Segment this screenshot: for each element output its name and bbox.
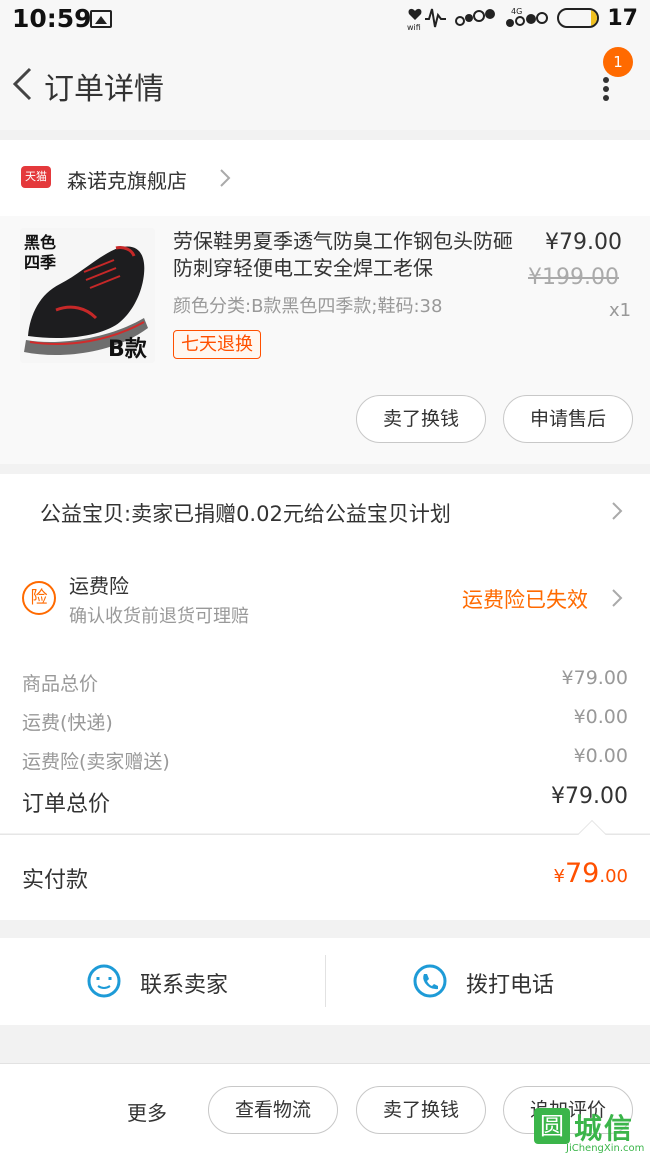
signal-icon [455, 9, 496, 26]
insurance-icon: 险 [22, 581, 56, 615]
paid-integer: 79 [565, 858, 600, 889]
shipping-value: ¥0.00 [573, 706, 628, 728]
shipping-insurance-value: ¥0.00 [573, 745, 628, 767]
image-label-model: B款 [108, 336, 148, 362]
order-total-label: 订单总价 [22, 792, 111, 817]
svg-text:4G: 4G [511, 7, 522, 16]
insurance-status[interactable]: 运费险已失效 [462, 584, 588, 614]
paid-amount-row [0, 834, 650, 920]
watermark-logo-icon: 圆 [534, 1108, 570, 1144]
paid-currency: ¥ [553, 866, 565, 887]
order-total-value: ¥79.00 [551, 784, 628, 809]
shipping-label: 运费(快递) [22, 712, 113, 734]
paid-decimal: .00 [599, 866, 628, 887]
svg-text:wifi: wifi [407, 23, 421, 31]
shop-name[interactable]: 森诺克旗舰店 [67, 165, 187, 194]
goods-total-value: ¥79.00 [561, 667, 628, 689]
back-arrow-icon[interactable] [10, 66, 34, 102]
notification-badge: 1 [603, 47, 633, 77]
image-label-color: 黑色 [24, 233, 56, 252]
contact-divider [325, 955, 326, 1007]
paid-label: 实付款 [22, 868, 89, 893]
tmall-logo-icon: 天猫 [21, 166, 51, 188]
call-phone-button[interactable]: 拨打电话 [466, 967, 554, 999]
charity-text[interactable]: 公益宝贝:卖家已捐赠0.02元给公益宝贝计划 [40, 498, 451, 528]
insurance-title: 运费险 [69, 574, 129, 598]
more-vertical-icon[interactable] [598, 74, 614, 102]
apply-aftersale-button[interactable]: 申请售后 [503, 395, 633, 443]
sell-for-cash-button[interactable]: 卖了换钱 [356, 395, 486, 443]
product-title[interactable]: 劳保鞋男夏季透气防臭工作钢包头防砸防刺穿轻便电工安全焊工老保 [173, 228, 523, 282]
chevron-right-icon [612, 502, 623, 520]
view-logistics-button[interactable]: 查看物流 [208, 1086, 338, 1134]
chevron-right-icon [220, 169, 231, 187]
goods-total-label: 商品总价 [22, 673, 99, 695]
watermark-text: 城信 [574, 1112, 635, 1145]
image-label-season: 四季 [24, 253, 57, 272]
page-title: 订单详情 [44, 72, 164, 107]
product-quantity: x1 [609, 300, 632, 321]
battery-fill [590, 10, 598, 26]
product-image[interactable]: 黑色 四季 B款 [20, 228, 155, 363]
product-original-price: ¥199.00 [528, 265, 619, 290]
insurance-subtitle: 确认收货前退货可理赔 [69, 606, 249, 627]
paid-amount: ¥79.00 [554, 858, 628, 889]
phone-icon[interactable] [412, 963, 448, 999]
battery-level: 17 [607, 5, 638, 31]
watermark-url: JiChengXin.com [566, 1143, 645, 1154]
status-indicators: wifi 4G 17 [407, 5, 638, 32]
more-button[interactable]: 更多 [127, 1097, 167, 1126]
image-notification-icon [90, 10, 112, 28]
status-time: 10:59 [12, 4, 92, 33]
shoe-image: 黑色 四季 B款 [20, 228, 155, 363]
chat-seller-icon[interactable] [86, 963, 122, 999]
product-price: ¥79.00 [545, 230, 622, 255]
product-sku: 颜色分类:B款黑色四季款;鞋码:38 [173, 296, 443, 317]
seven-day-return-tag: 七天退换 [173, 330, 261, 359]
signal-4g-icon: 4G [506, 7, 549, 27]
chevron-right-icon [612, 589, 623, 607]
heart-wifi-icon: wifi [407, 8, 447, 31]
contact-seller-button[interactable]: 联系卖家 [140, 967, 228, 999]
sell-for-cash-bottom-button[interactable]: 卖了换钱 [356, 1086, 486, 1134]
shipping-insurance-label: 运费险(卖家赠送) [22, 751, 170, 773]
battery-icon [557, 8, 600, 28]
